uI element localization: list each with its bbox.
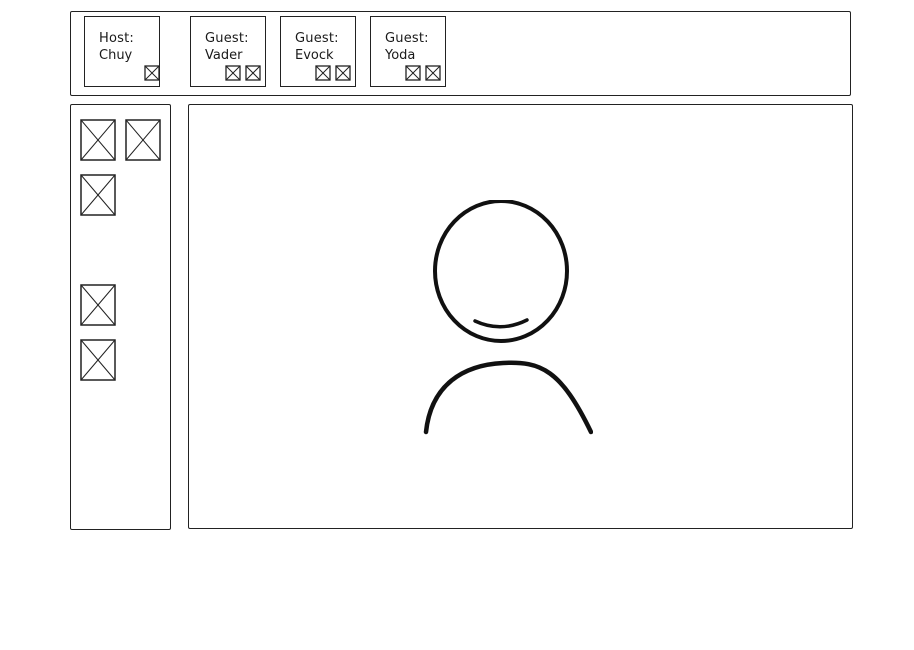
participant-tile-guest-vader[interactable]: Guest: Vader bbox=[190, 16, 266, 87]
image-placeholder-icon[interactable] bbox=[125, 119, 161, 161]
image-placeholder-icon[interactable] bbox=[335, 65, 351, 81]
image-placeholder-icon[interactable] bbox=[80, 284, 116, 326]
image-placeholder-icon[interactable] bbox=[80, 339, 116, 381]
image-placeholder-icon[interactable] bbox=[425, 65, 441, 81]
user-avatar-icon bbox=[423, 199, 594, 440]
participant-role: Guest: bbox=[205, 31, 249, 46]
participant-name: Vader bbox=[205, 48, 243, 63]
image-placeholder-icon[interactable] bbox=[80, 119, 116, 161]
image-placeholder-icon[interactable] bbox=[245, 65, 261, 81]
participant-role: Guest: bbox=[385, 31, 429, 46]
participant-tile-host[interactable]: Host: Chuy bbox=[84, 16, 160, 87]
image-placeholder-icon[interactable] bbox=[80, 174, 116, 216]
participant-tile-guest-evock[interactable]: Guest: Evock bbox=[280, 16, 356, 87]
participant-role: Host: bbox=[99, 31, 134, 46]
tools-sidebar bbox=[70, 104, 171, 530]
video-stage[interactable] bbox=[188, 104, 853, 529]
image-placeholder-icon[interactable] bbox=[315, 65, 331, 81]
image-placeholder-icon[interactable] bbox=[405, 65, 421, 81]
participant-role: Guest: bbox=[295, 31, 339, 46]
participant-name: Chuy bbox=[99, 48, 133, 63]
image-placeholder-icon[interactable] bbox=[144, 65, 160, 81]
participant-name: Yoda bbox=[385, 48, 416, 63]
participant-name: Evock bbox=[295, 48, 334, 63]
participant-tile-guest-yoda[interactable]: Guest: Yoda bbox=[370, 16, 446, 87]
image-placeholder-icon[interactable] bbox=[225, 65, 241, 81]
participants-bar: Host: Chuy Guest: Vader Guest: Evock Gue… bbox=[70, 11, 851, 96]
